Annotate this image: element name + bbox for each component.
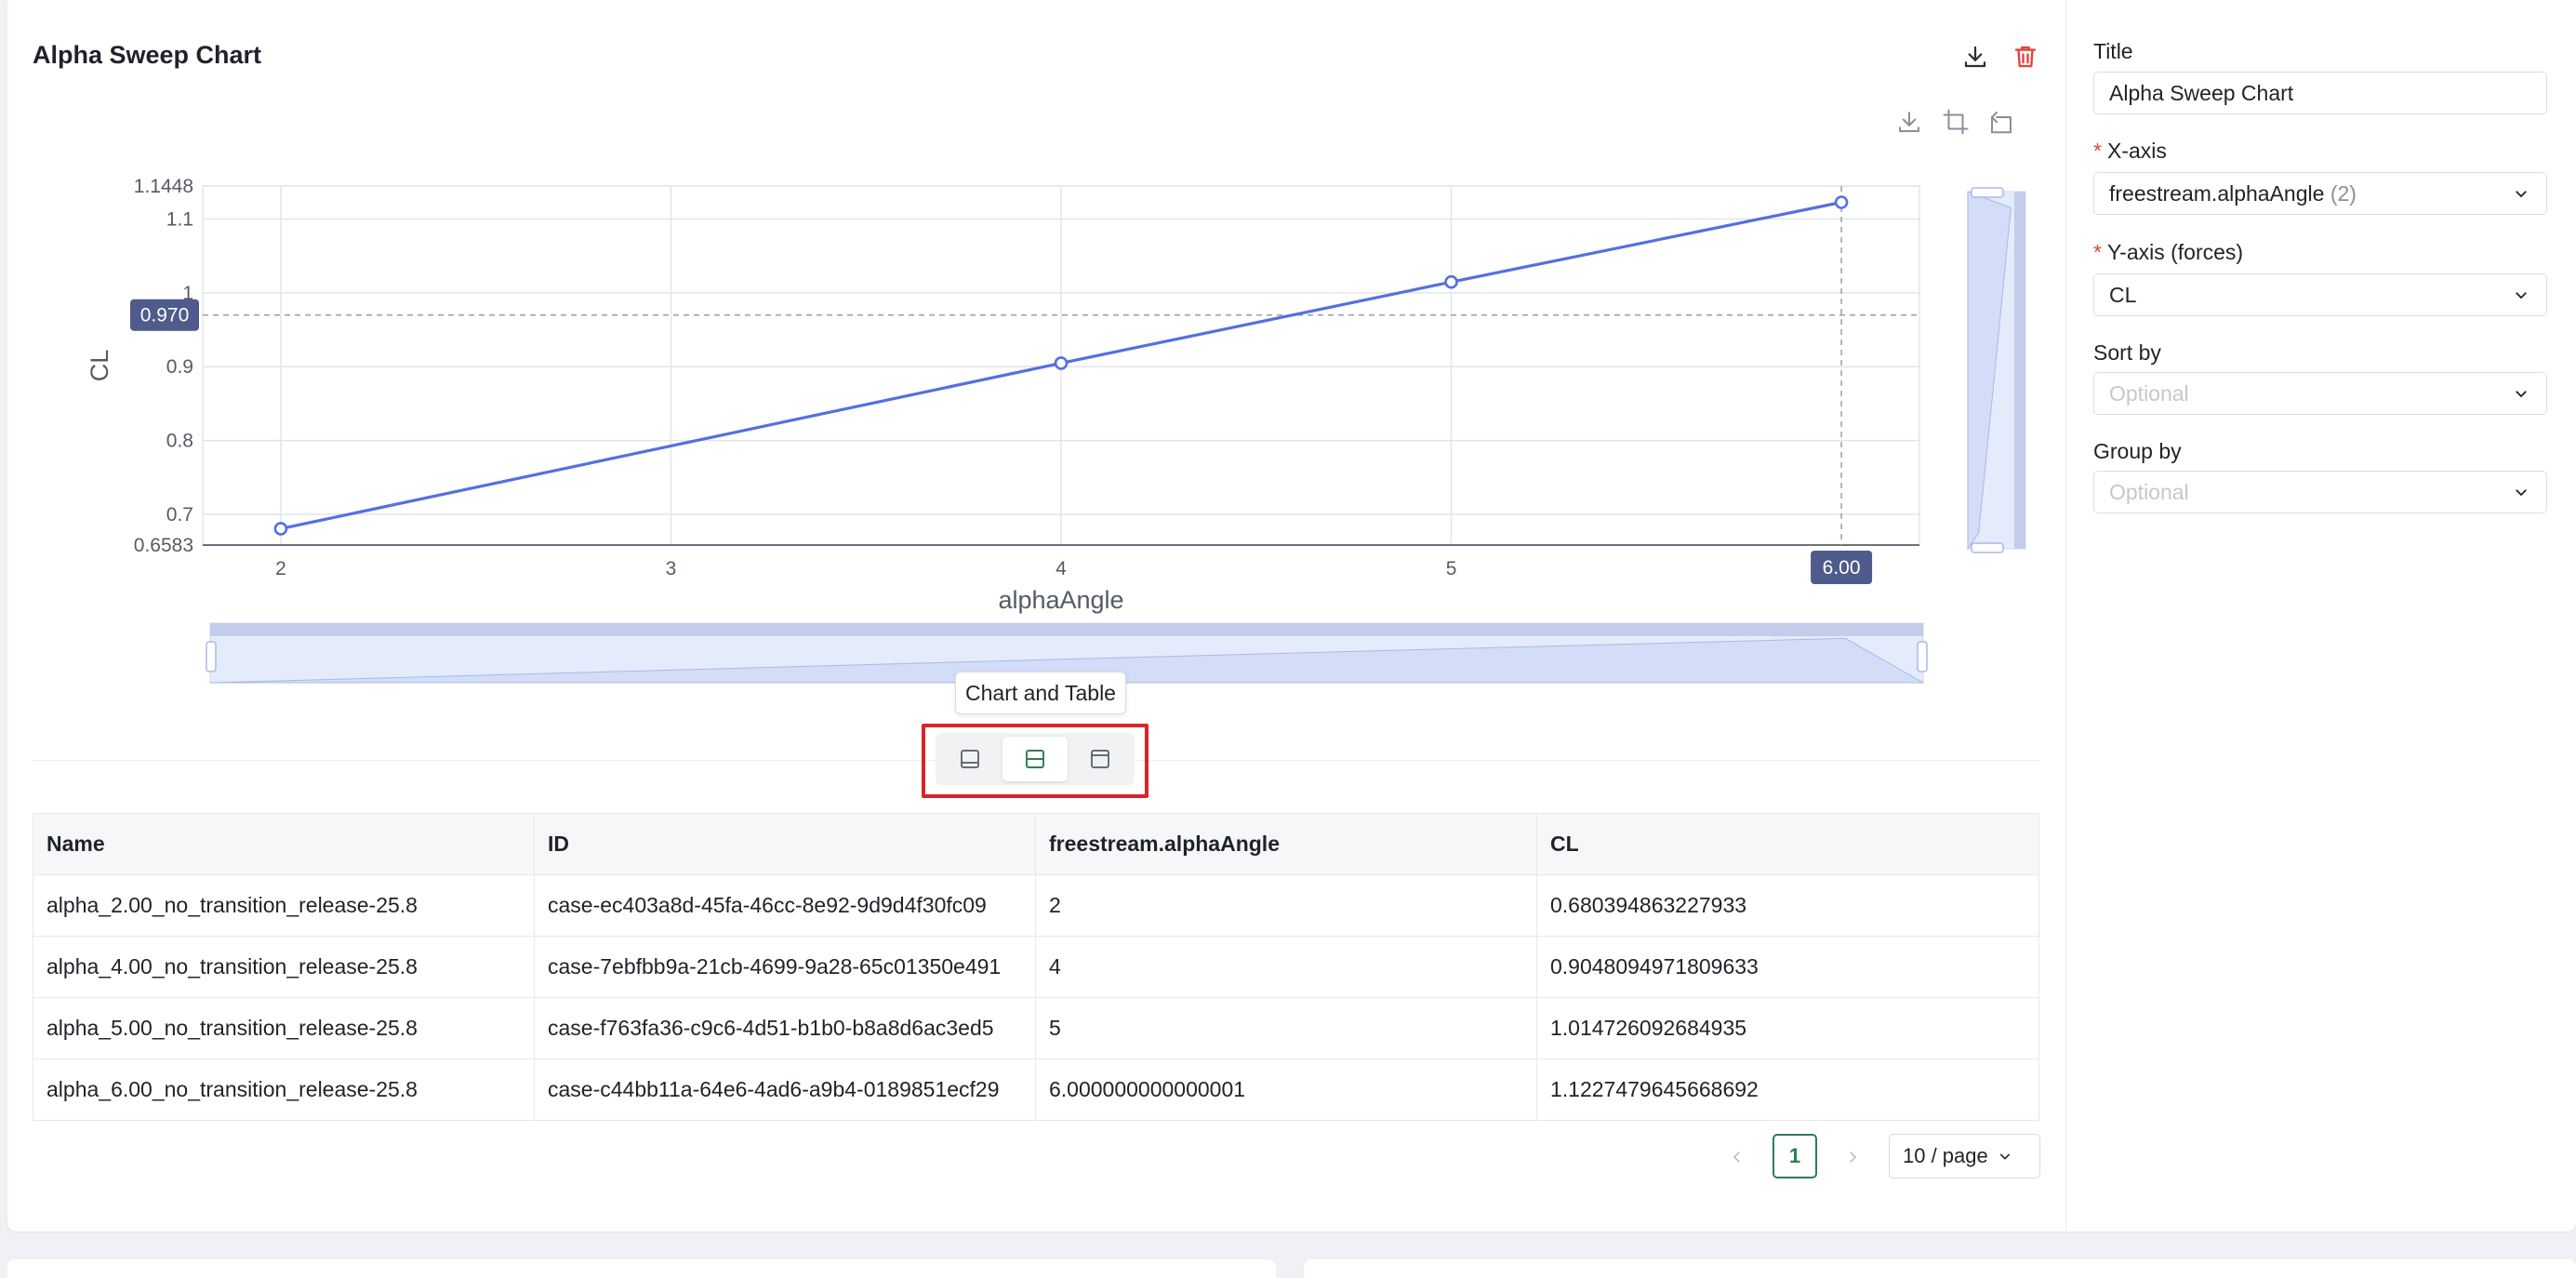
chart-only-button[interactable]: [937, 737, 1003, 781]
chevron-down-icon: [2516, 391, 2527, 398]
chart-and-table-icon: [1026, 750, 1044, 768]
title-label: Title: [2093, 39, 2133, 63]
chevron-right-icon: [1850, 1152, 1857, 1163]
yaxis-select[interactable]: CL: [2093, 273, 2547, 316]
xaxis-select[interactable]: freestream.alphaAngle (2): [2093, 172, 2547, 215]
x-zoom-handle-left: [206, 641, 217, 672]
table-only-icon: [1091, 750, 1109, 768]
y-tick-label: 0.7: [166, 504, 193, 526]
page-size-value: 10 / page: [1903, 1144, 1988, 1167]
xaxis-count: (2): [2330, 180, 2357, 206]
yaxis-value: CL: [2109, 282, 2137, 307]
column-header[interactable]: freestream.alphaAngle: [1035, 813, 1537, 875]
next-card-right: [1304, 1259, 2576, 1278]
sortby-label: Sort by: [2093, 340, 2161, 365]
pagination-prev[interactable]: [1723, 1138, 1751, 1176]
pagination-next[interactable]: [1839, 1138, 1866, 1176]
table-only-button[interactable]: [1068, 737, 1133, 781]
table-cell: 1.014726092684935: [1536, 997, 2039, 1059]
table-cell: 1.1227479645668692: [1536, 1058, 2039, 1121]
data-point: [1834, 195, 1849, 209]
table-cell: case-7ebfbb9a-21cb-4699-9a28-65c01350e49…: [534, 936, 1036, 998]
yaxis-label-text: Y-axis (forces): [2106, 240, 2244, 264]
x-zoom-bar: [210, 623, 1923, 636]
chart-only-icon: [961, 750, 979, 768]
table-row[interactable]: alpha_4.00_no_transition_release-25.8 ca…: [33, 936, 2039, 998]
table-cell: 0.9048094971809633: [1536, 936, 2039, 998]
y-zoom-handle-top: [1971, 187, 2004, 198]
table-cell: 4: [1035, 936, 1537, 998]
x-tick-label: 5: [1446, 558, 1457, 579]
data-point: [1444, 274, 1458, 289]
y-tick-label: 1.1: [166, 209, 193, 231]
title-input-value: Alpha Sweep Chart: [2109, 80, 2294, 105]
y-tick-label: 0.9: [166, 356, 193, 378]
next-card-left: [7, 1259, 1276, 1278]
table-cell: alpha_5.00_no_transition_release-25.8: [33, 997, 535, 1059]
x-zoom-handle-right: [1917, 641, 1928, 672]
x-axis-title: alphaAngle: [998, 586, 1123, 614]
xaxis-label: * X-axis: [2093, 139, 2167, 164]
line-chart: 2 3 4 50.65830.70.80.911.11.1448alphaAngleC…: [86, 176, 2026, 684]
view-mode-toggle: [936, 733, 1135, 785]
chevron-down-icon: [2516, 191, 2527, 198]
table-row[interactable]: alpha_2.00_no_transition_release-25.8 ca…: [33, 874, 2039, 937]
x-tick-label: 2: [275, 558, 286, 579]
table-cell: alpha_2.00_no_transition_release-25.8: [33, 874, 535, 937]
panel-divider: [2065, 0, 2066, 1231]
pagination-page-1[interactable]: 1: [1773, 1134, 1817, 1178]
sortby-placeholder: Optional: [2109, 380, 2189, 406]
xaxis-label-text: X-axis: [2106, 139, 2167, 163]
y-tick-label: 0.6583: [134, 535, 193, 556]
xaxis-value: freestream.alphaAngle: [2109, 180, 2325, 206]
chart-and-table-button[interactable]: [1003, 737, 1068, 781]
column-header[interactable]: ID: [534, 813, 1036, 875]
page-size-select[interactable]: 10 / page: [1889, 1134, 2040, 1178]
required-mark: *: [2093, 139, 2102, 163]
column-header[interactable]: Name: [33, 813, 535, 875]
table-header-row: Name ID freestream.alphaAngle CL: [33, 813, 2039, 875]
chart-labels: 2 3 4 50.65830.70.80.911.11.1448alphaAngleC…: [86, 176, 1873, 614]
results-table: Name ID freestream.alphaAngle CL alpha_2…: [33, 813, 2039, 1121]
table-cell: alpha_4.00_no_transition_release-25.8: [33, 936, 535, 998]
table-cell: alpha_6.00_no_transition_release-25.8: [33, 1058, 535, 1121]
groupby-label: Group by: [2093, 439, 2182, 463]
data-point: [1054, 356, 1069, 370]
table-cell: case-c44bb11a-64e6-4ad6-a9b4-0189851ecf2…: [534, 1058, 1036, 1121]
table-row[interactable]: alpha_6.00_no_transition_release-25.8 ca…: [33, 1058, 2039, 1121]
y-crosshair-label: 0.970: [140, 305, 190, 326]
table-cell: case-ec403a8d-45fa-46cc-8e92-9d9d4f30fc0…: [534, 874, 1036, 937]
groupby-placeholder: Optional: [2109, 479, 2189, 504]
table-row[interactable]: alpha_5.00_no_transition_release-25.8 ca…: [33, 997, 2039, 1059]
table-cell: 0.680394863227933: [1536, 874, 2039, 937]
column-header[interactable]: CL: [1536, 813, 2039, 875]
table-cell: 2: [1035, 874, 1537, 937]
x-tick-label: 4: [1056, 558, 1067, 579]
required-mark: *: [2093, 240, 2102, 264]
sortby-select[interactable]: Optional: [2093, 372, 2547, 415]
groupby-select[interactable]: Optional: [2093, 471, 2547, 513]
y-tick-label: 1.1448: [134, 176, 193, 197]
yaxis-label: * Y-axis (forces): [2093, 240, 2243, 265]
x-crosshair-label: 6.00: [1823, 557, 1861, 579]
chevron-down-icon: [1999, 1153, 2010, 1160]
y-zoom-bar: [2014, 192, 2025, 549]
table-cell: 5: [1035, 997, 1537, 1059]
title-input[interactable]: Alpha Sweep Chart: [2093, 72, 2547, 114]
table-cell: 6.000000000000001: [1035, 1058, 1537, 1121]
data-point: [273, 522, 288, 536]
view-mode-tooltip: Chart and Table: [955, 672, 1126, 714]
x-tick-label: 3: [666, 558, 677, 579]
table-cell: case-f763fa36-c9c6-4d51-b1b0-b8a8d6ac3ed…: [534, 997, 1036, 1059]
y-axis-title: CL: [86, 350, 113, 382]
chevron-down-icon: [2516, 292, 2527, 300]
chevron-down-icon: [2516, 489, 2527, 497]
chevron-left-icon: [1733, 1152, 1740, 1163]
y-zoom-handle-bottom: [1971, 542, 2004, 553]
y-tick-label: 0.8: [166, 431, 193, 452]
